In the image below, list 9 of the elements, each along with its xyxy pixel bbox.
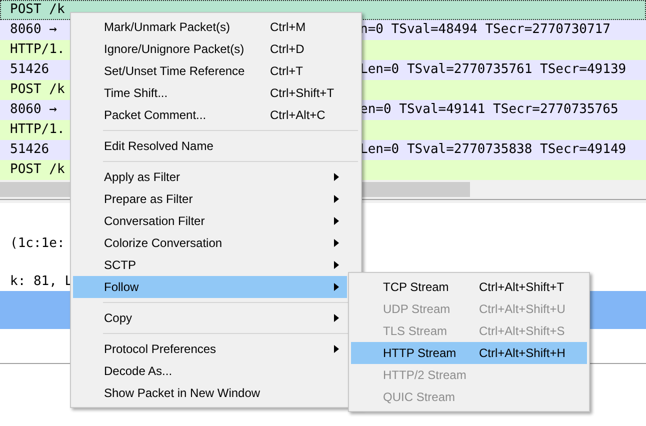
packet-info: POST /k xyxy=(10,161,65,179)
packet-info: 51426 xyxy=(10,141,50,159)
packet-info: HTTP/1. xyxy=(10,121,65,139)
packet-info: POST /k xyxy=(10,1,65,19)
packet-info: 51426 xyxy=(10,61,50,79)
packet-info: HTTP/1. xyxy=(10,41,65,59)
packet-info: 8060 → xyxy=(10,101,57,119)
packet-info: 8060 → xyxy=(10,21,57,39)
packet-info: POST /k xyxy=(10,81,65,99)
